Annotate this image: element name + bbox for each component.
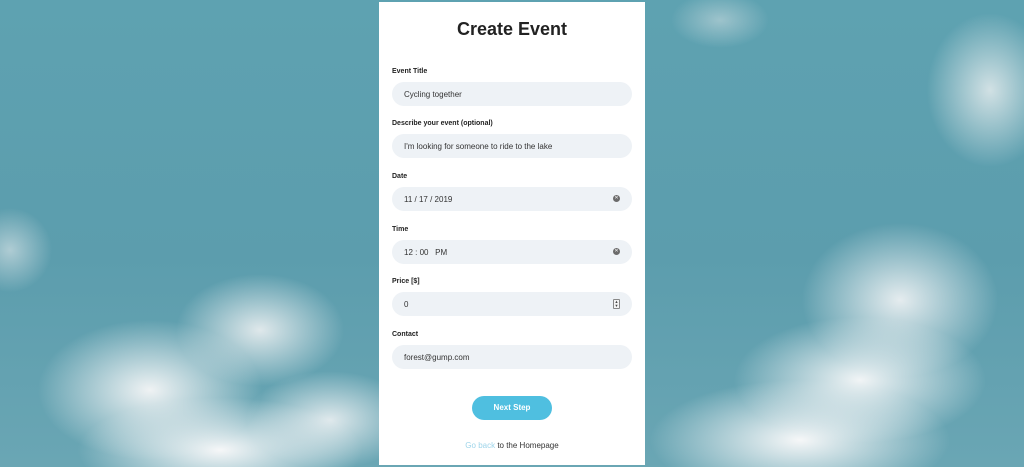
next-step-button[interactable]: Next Step xyxy=(472,396,552,420)
description-field: Describe your event (optional) I'm looki… xyxy=(392,119,632,158)
date-label: Date xyxy=(392,173,408,180)
time-label: Time xyxy=(392,226,409,233)
contact-label: Contact xyxy=(392,331,419,338)
contact-input[interactable]: forest@gump.com xyxy=(392,345,632,369)
price-field: Price [$] 0 ▲ ▼ xyxy=(392,277,632,316)
price-value: 0 xyxy=(404,299,409,309)
create-event-card: Create Event Event Title Cycling togethe… xyxy=(379,2,645,465)
footer-rest-text: to the Homepage xyxy=(495,441,559,450)
date-input[interactable]: 11 / 17 / 2019 ✕ xyxy=(392,187,632,211)
clear-date-icon[interactable]: ✕ xyxy=(613,195,620,202)
clear-time-icon[interactable]: ✕ xyxy=(613,248,620,255)
go-back-link[interactable]: Go back xyxy=(465,441,495,450)
price-label: Price [$] xyxy=(392,278,420,285)
event-title-input[interactable]: Cycling together xyxy=(392,82,632,106)
time-value: 12 : 00 PM xyxy=(404,247,448,257)
number-spinner-icon[interactable]: ▲ ▼ xyxy=(613,299,620,309)
date-field: Date 11 / 17 / 2019 ✕ xyxy=(392,172,632,211)
date-value: 11 / 17 / 2019 xyxy=(404,194,453,204)
event-title-field: Event Title Cycling together xyxy=(392,67,632,106)
price-input[interactable]: 0 ▲ ▼ xyxy=(392,292,632,316)
description-input[interactable]: I'm looking for someone to ride to the l… xyxy=(392,134,632,158)
time-field: Time 12 : 00 PM ✕ xyxy=(392,225,632,264)
event-title-value: Cycling together xyxy=(404,89,462,99)
description-value: I'm looking for someone to ride to the l… xyxy=(404,141,553,151)
event-title-label: Event Title xyxy=(392,68,428,75)
footer-text: Go back to the Homepage xyxy=(379,441,645,450)
contact-value: forest@gump.com xyxy=(404,352,470,362)
contact-field: Contact forest@gump.com xyxy=(392,330,632,369)
page-title: Create Event xyxy=(456,19,568,39)
time-input[interactable]: 12 : 00 PM ✕ xyxy=(392,240,632,264)
description-label: Describe your event (optional) xyxy=(392,120,493,127)
